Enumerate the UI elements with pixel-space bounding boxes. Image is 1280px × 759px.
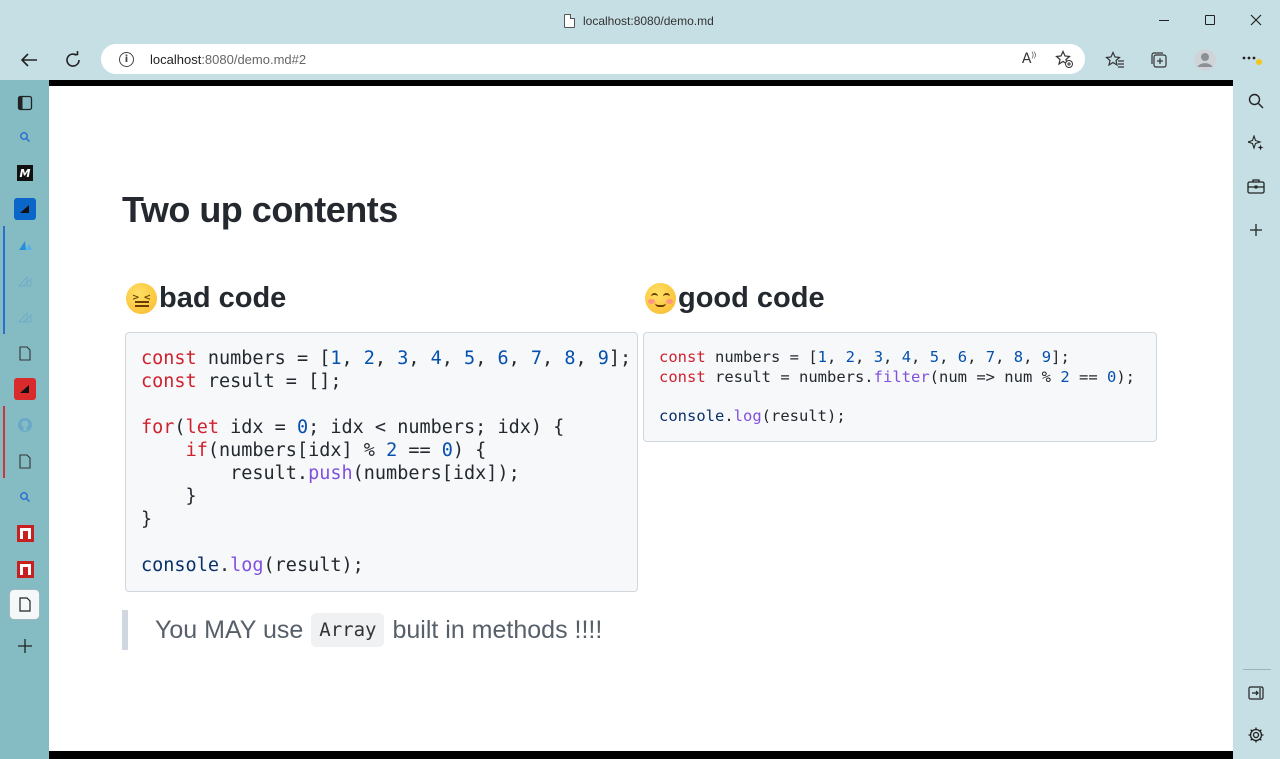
azure-icon[interactable] xyxy=(13,269,37,293)
add-tab-icon[interactable] xyxy=(13,634,37,658)
right-heading: good code xyxy=(645,282,825,315)
search-icon[interactable] xyxy=(13,485,37,509)
medium-logo-icon[interactable]: M xyxy=(13,161,37,185)
browser-toolbar: i localhost:8080/demo.md#2 A)) xyxy=(0,40,1280,80)
tools-icon[interactable] xyxy=(1245,175,1267,197)
search-icon[interactable] xyxy=(13,125,37,149)
maximize-button[interactable] xyxy=(1200,10,1220,30)
blockquote-text-before: You MAY use xyxy=(155,615,304,644)
hide-sidebar-icon[interactable] xyxy=(1245,682,1267,704)
red-app-icon[interactable] xyxy=(13,377,37,401)
right-heading-text: good code xyxy=(678,282,825,314)
settings-more-icon[interactable] xyxy=(1240,48,1264,72)
favorites-icon[interactable] xyxy=(1103,48,1127,72)
bad-code-block: const numbers = [1, 2, 3, 4, 5, 6, 7, 8,… xyxy=(125,332,638,592)
back-button[interactable] xyxy=(17,48,41,72)
add-icon[interactable] xyxy=(1245,219,1267,241)
github-icon[interactable] xyxy=(13,413,37,437)
page-icon xyxy=(564,14,575,28)
svg-text:M: M xyxy=(20,167,31,180)
divider xyxy=(1243,669,1271,670)
blockquote-text-after: built in methods !!!! xyxy=(392,615,603,644)
edge-sidebar xyxy=(1233,80,1280,759)
document-icon[interactable] xyxy=(13,449,37,473)
page-content: Two up contents > < bad code good code co… xyxy=(49,80,1233,759)
title-bar: localhost:8080/demo.md xyxy=(0,0,1280,40)
tab-group-indicator-red xyxy=(3,406,5,478)
red-app-icon[interactable] xyxy=(13,557,37,581)
page-title: Two up contents xyxy=(122,189,398,230)
site-info-icon[interactable]: i xyxy=(119,52,134,67)
add-favorite-icon[interactable] xyxy=(1054,49,1074,69)
refresh-button[interactable] xyxy=(61,48,85,72)
blockquote: You MAY use Array built in methods !!!! xyxy=(122,610,602,650)
collections-icon[interactable] xyxy=(1147,48,1171,72)
left-heading-text: bad code xyxy=(159,282,287,314)
left-heading: > < bad code xyxy=(126,282,286,315)
confounded-face-icon: > < xyxy=(126,283,157,314)
read-aloud-icon[interactable]: A)) xyxy=(1019,49,1039,69)
active-tab-document[interactable] xyxy=(9,589,40,620)
close-button[interactable] xyxy=(1246,10,1266,30)
smiling-face-icon xyxy=(645,283,676,314)
vertical-tabs-sidebar: M xyxy=(0,80,49,759)
azure-icon[interactable] xyxy=(13,197,37,221)
azure-icon[interactable] xyxy=(13,233,37,257)
address-bar[interactable]: i localhost:8080/demo.md#2 A)) xyxy=(101,44,1085,74)
tab-group-indicator-blue xyxy=(3,226,5,334)
window-title: localhost:8080/demo.md xyxy=(583,14,714,28)
gear-icon[interactable] xyxy=(1245,724,1267,746)
good-code-block: const numbers = [1, 2, 3, 4, 5, 6, 7, 8,… xyxy=(643,332,1157,442)
url-text[interactable]: localhost:8080/demo.md#2 xyxy=(150,52,306,67)
azure-icon[interactable] xyxy=(13,305,37,329)
profile-avatar[interactable] xyxy=(1193,48,1217,72)
document-icon[interactable] xyxy=(13,341,37,365)
window-title-wrap: localhost:8080/demo.md xyxy=(564,12,714,30)
red-app-icon[interactable] xyxy=(13,521,37,545)
minimize-button[interactable] xyxy=(1154,10,1174,30)
copilot-icon[interactable] xyxy=(1245,132,1267,154)
inline-code: Array xyxy=(311,613,385,647)
search-icon[interactable] xyxy=(1245,90,1267,112)
sidebar-toggle-icon[interactable] xyxy=(13,91,37,115)
